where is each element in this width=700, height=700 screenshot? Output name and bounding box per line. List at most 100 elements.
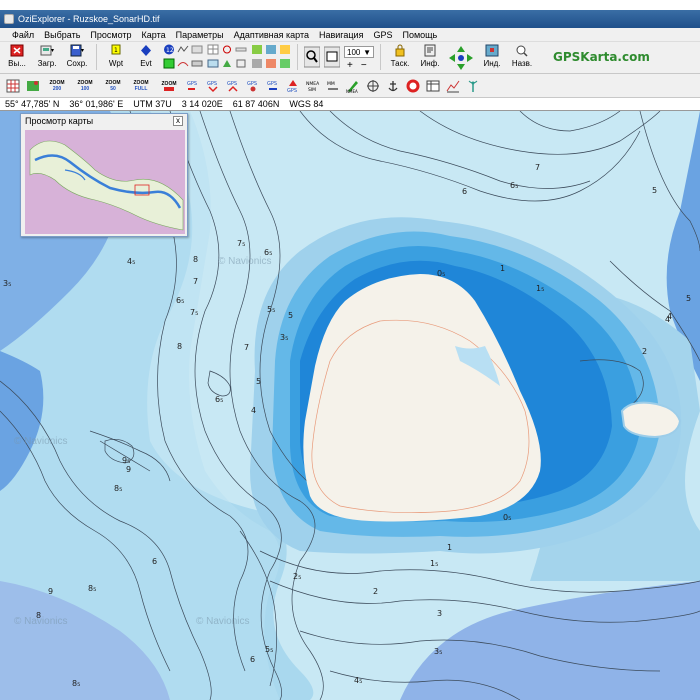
gpskarta-logo: GPSKarta.com <box>553 50 650 64</box>
zoom-label-bottom: 50 <box>110 85 116 92</box>
track-icon[interactable] <box>177 44 189 55</box>
zoom-select[interactable]: 100 ▼ <box>344 46 374 58</box>
overview-panel[interactable]: Просмотр карты x <box>20 113 188 237</box>
route-icon[interactable]: 12 <box>163 44 175 55</box>
index-button[interactable]: Инд. <box>479 44 505 68</box>
names-button[interactable]: Назв. <box>509 44 535 68</box>
load-icon <box>40 45 54 56</box>
zoom-200-button[interactable]: ZOOM 200 <box>46 80 68 92</box>
task-button[interactable]: Таск. <box>387 44 413 68</box>
circle-tool-icon[interactable] <box>221 44 233 55</box>
depth-label: 9 <box>48 587 54 596</box>
zoom-in-icon[interactable]: + <box>347 60 353 71</box>
menu-gps[interactable]: GPS <box>373 30 392 40</box>
overlay-e-icon[interactable] <box>265 58 277 69</box>
depth-label: 5 <box>288 311 294 320</box>
svg-text:NMEA: NMEA <box>306 81 320 87</box>
close-icon[interactable]: x <box>173 116 183 126</box>
exit-button[interactable]: Вы... <box>4 44 30 68</box>
nmea-log-icon[interactable]: MM <box>326 79 340 93</box>
antenna-icon[interactable] <box>466 79 480 93</box>
load-label: Загр. <box>37 59 57 68</box>
title-bar: OziExplorer - Ruzskoe_SonarHD.tif <box>0 10 700 28</box>
overlay-a-icon[interactable] <box>251 44 263 55</box>
magnifier-icon[interactable] <box>304 46 320 68</box>
menu-help[interactable]: Помощь <box>402 30 437 40</box>
depth-label: 4₅ <box>354 676 363 685</box>
svg-text:GPS: GPS <box>287 88 297 93</box>
easting-readout: 3 14 020E <box>181 99 223 109</box>
search-map-icon[interactable] <box>207 58 219 69</box>
window-title: OziExplorer - Ruzskoe_SonarHD.tif <box>18 14 160 24</box>
layers-icon[interactable] <box>235 58 247 69</box>
moving-map-icon[interactable] <box>221 58 233 69</box>
table-icon[interactable] <box>426 79 440 93</box>
overlay-b-icon[interactable] <box>265 44 277 55</box>
depth-label: 1₅ <box>536 284 545 293</box>
event-button[interactable]: Evt <box>133 44 159 68</box>
edit-track-icon[interactable] <box>191 58 203 69</box>
map-sheet-icon[interactable] <box>26 79 40 93</box>
secondary-toolbar: ZOOM 200 ZOOM 100 ZOOM 50 ZOOM FULL ZOOM GPS… <box>0 74 700 98</box>
save-label: Сохр. <box>66 59 88 68</box>
datum-readout: WGS 84 <box>289 99 324 109</box>
svg-text:SIM: SIM <box>308 87 316 93</box>
zoom-100-button[interactable]: ZOOM 100 <box>74 80 96 92</box>
depth-label: 9 <box>126 465 132 474</box>
profile-chart-icon[interactable] <box>446 79 460 93</box>
info-button[interactable]: Инф. <box>417 44 443 68</box>
overview-map[interactable] <box>25 130 185 234</box>
gps-connect-icon[interactable]: GPS <box>286 79 300 93</box>
nmea-simulator-icon[interactable]: NMEASIM <box>306 79 320 93</box>
depth-label: 8₅ <box>72 679 81 688</box>
zoom-custom-button[interactable]: ZOOM <box>158 81 180 91</box>
depth-label: 5 <box>686 294 692 303</box>
depth-label: 6₅ <box>510 181 519 190</box>
menu-adaptive-map[interactable]: Адаптивная карта <box>234 30 309 40</box>
menu-settings[interactable]: Параметры <box>176 30 224 40</box>
zoom-label-bottom: 200 <box>52 85 62 92</box>
trkbk-icon[interactable] <box>191 44 203 55</box>
measure-icon[interactable] <box>235 44 247 55</box>
lifebuoy-icon[interactable] <box>406 79 420 93</box>
crosshair-icon[interactable] <box>366 79 380 93</box>
depth-label: 8 <box>177 342 183 351</box>
grid-icon[interactable] <box>207 44 219 55</box>
depth-label: 8₅ <box>88 584 97 593</box>
zoom-out-icon[interactable]: − <box>361 60 367 71</box>
pan-arrows-icon[interactable] <box>447 44 475 72</box>
menu-view[interactable]: Просмотр <box>90 30 131 40</box>
zoom-50-button[interactable]: ZOOM 50 <box>102 80 124 92</box>
zoom-full-button[interactable]: ZOOM FULL <box>130 80 152 92</box>
gps-upload-icon[interactable]: GPS <box>226 79 240 93</box>
overlay-c-icon[interactable] <box>279 44 291 55</box>
load-button[interactable]: Загр. <box>34 44 60 68</box>
nmea-pen-icon[interactable]: NMEA <box>346 79 360 93</box>
northing-readout: 61 87 406N <box>232 99 280 109</box>
line-icon[interactable] <box>177 58 189 69</box>
depth-label: 5 <box>256 377 262 386</box>
waypoint-button[interactable]: 1 Wpt <box>103 44 129 68</box>
overlay-f-icon[interactable] <box>279 58 291 69</box>
gps-download-icon[interactable]: GPS <box>206 79 220 93</box>
utm-zone-readout: UTM 37U <box>133 99 172 109</box>
overview-title: Просмотр карты <box>25 116 94 126</box>
overlay-d-icon[interactable] <box>251 58 263 69</box>
svg-text:MM: MM <box>327 81 335 87</box>
gps-track-icon[interactable]: GPS <box>246 79 260 93</box>
gps-route-icon[interactable]: GPS <box>266 79 280 93</box>
gps-position-icon[interactable]: GPS <box>186 79 200 93</box>
point-icon[interactable] <box>163 58 175 69</box>
menu-select[interactable]: Выбрать <box>44 30 80 40</box>
save-button[interactable]: Сохр. <box>64 44 90 68</box>
menu-map[interactable]: Карта <box>142 30 166 40</box>
depth-label: 6 <box>462 187 468 196</box>
menu-navigation[interactable]: Навигация <box>319 30 363 40</box>
overview-thumbnail <box>25 130 185 234</box>
index-map-icon <box>485 44 499 57</box>
coordinate-status-bar: 55° 47,785' N 36° 01,986' E UTM 37U 3 14… <box>0 98 700 111</box>
menu-file[interactable]: Файл <box>12 30 34 40</box>
zoom-window-icon[interactable] <box>324 46 340 68</box>
anchor-icon[interactable] <box>386 79 400 93</box>
grid-overlay-icon[interactable] <box>6 79 20 93</box>
